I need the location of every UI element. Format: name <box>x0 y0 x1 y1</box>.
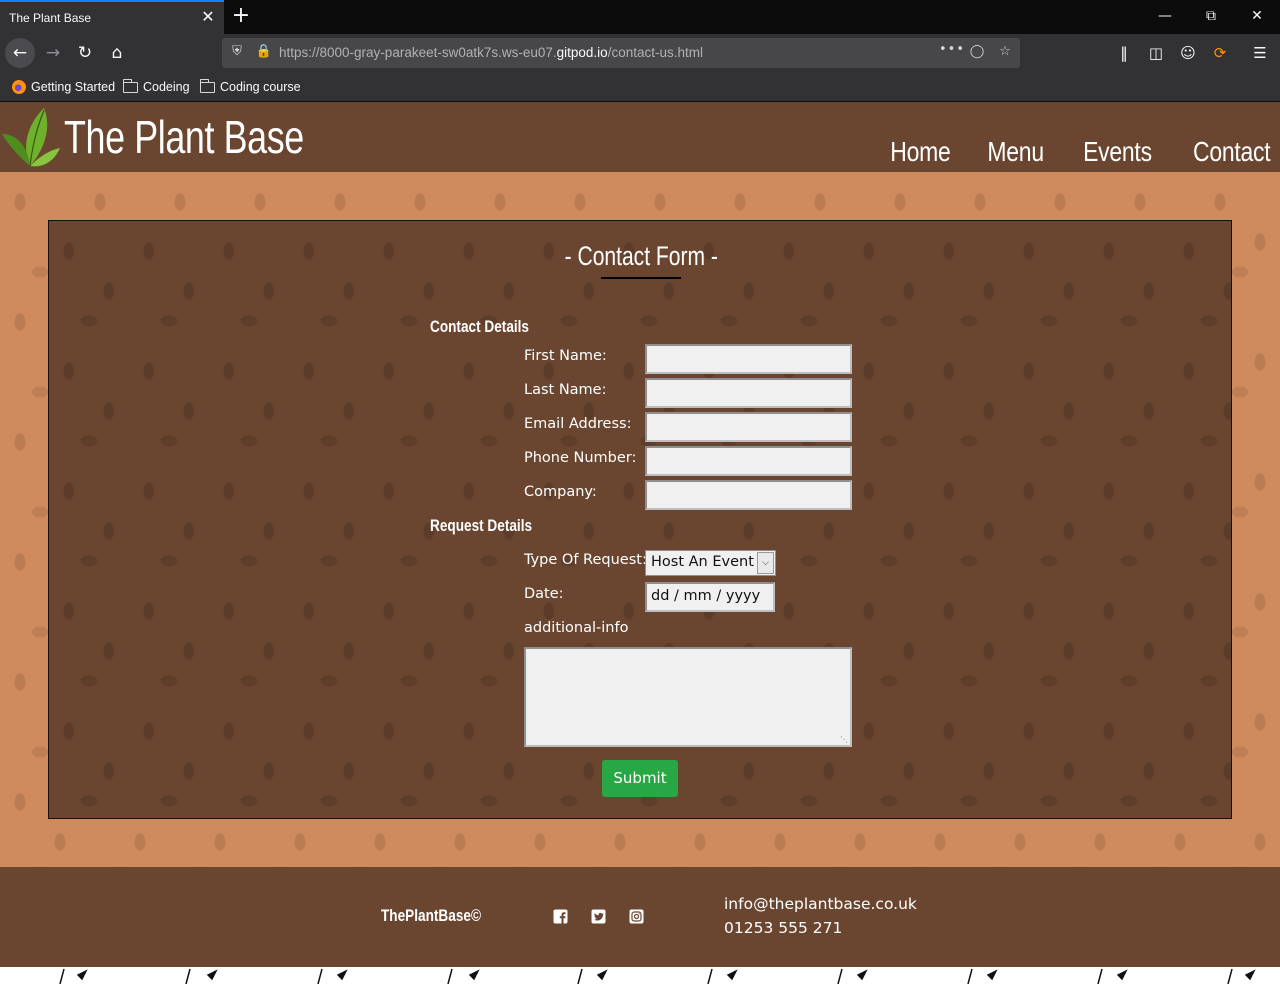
vine-pattern-icon <box>59 968 1256 984</box>
firefox-icon <box>12 80 26 94</box>
browser-tab[interactable]: The Plant Base ✕ <box>0 0 224 34</box>
additional-info-textarea[interactable]: ⋱ <box>524 647 852 747</box>
brand[interactable]: The Plant Base <box>0 102 372 172</box>
submit-button[interactable]: Submit <box>602 760 678 797</box>
title-underline <box>601 277 681 279</box>
web-page: The Plant Base Home Menu Events Contact … <box>0 102 1280 984</box>
form-title: - Contact Form - <box>564 241 718 271</box>
pocket-icon[interactable]: ◯ <box>968 44 986 59</box>
restore-icon[interactable]: ⧉ <box>1199 6 1223 26</box>
bookmarks-bar: Getting Started Codeing Coding course <box>0 72 1280 102</box>
library-icon[interactable]: ‖ <box>1114 43 1134 63</box>
email-input[interactable] <box>645 412 852 442</box>
request-type-select[interactable]: Host An Event ⌵ <box>645 550 776 576</box>
shield-icon[interactable]: ⛨ <box>228 44 246 59</box>
extension-icon[interactable]: ⟳ <box>1210 43 1230 63</box>
site-footer: ThePlantBase© info@theplantbase.co.uk 01… <box>0 867 1280 967</box>
minimize-icon[interactable]: — <box>1153 6 1177 26</box>
close-tab-icon[interactable]: ✕ <box>200 9 216 25</box>
resize-grip-icon[interactable]: ⋱ <box>840 735 848 744</box>
last-name-label: Last Name: <box>524 382 607 398</box>
contact-email[interactable]: info@theplantbase.co.uk <box>724 895 917 913</box>
decorative-vine-strip <box>0 967 1280 984</box>
contact-form-panel: - Contact Form - Contact Details First N… <box>48 220 1232 819</box>
page-actions-icon[interactable]: ••• <box>939 42 964 57</box>
chevron-down-icon: ⌵ <box>757 552 774 574</box>
lock-icon[interactable]: 🔒 <box>255 44 273 59</box>
instagram-icon[interactable] <box>629 909 644 924</box>
tab-title: The Plant Base <box>9 11 92 25</box>
address-bar[interactable]: ⛨ 🔒 https://8000-gray-parakeet-sw0atk7s.… <box>222 38 1020 68</box>
bookmark-codeing[interactable]: Codeing <box>122 78 190 95</box>
forward-icon[interactable]: → <box>38 38 68 68</box>
contact-details-heading: Contact Details <box>430 317 529 336</box>
new-tab-icon[interactable]: + <box>230 5 252 27</box>
menu-icon[interactable]: ☰ <box>1250 43 1270 63</box>
leaf-logo-icon <box>2 108 60 167</box>
site-header: The Plant Base Home Menu Events Contact <box>0 102 1280 172</box>
bookmark-coding-course[interactable]: Coding course <box>199 78 301 95</box>
additional-info-label: additional-info <box>524 620 629 636</box>
email-label: Email Address: <box>524 416 632 432</box>
twitter-icon[interactable] <box>591 909 606 924</box>
browser-toolbar: ← → ↻ ⌂ ⛨ 🔒 https://8000-gray-parakeet-s… <box>0 34 1280 72</box>
folder-icon <box>122 78 138 93</box>
brand-name: The Plant Base <box>64 111 304 163</box>
facebook-icon[interactable] <box>553 909 568 924</box>
nav-contact[interactable]: Contact <box>1193 136 1271 168</box>
nav-menu[interactable]: Menu <box>987 136 1044 168</box>
close-window-icon[interactable]: ✕ <box>1245 6 1269 26</box>
nav-events[interactable]: Events <box>1083 136 1152 168</box>
company-input[interactable] <box>645 480 852 510</box>
phone-label: Phone Number: <box>524 450 637 466</box>
reload-icon[interactable]: ↻ <box>70 38 100 68</box>
url-text[interactable]: https://8000-gray-parakeet-sw0atk7s.ws-e… <box>279 45 703 60</box>
first-name-label: First Name: <box>524 348 607 364</box>
date-input[interactable]: dd / mm / yyyy <box>645 582 775 612</box>
folder-icon <box>199 78 215 93</box>
bookmark-getting-started[interactable]: Getting Started <box>12 79 115 95</box>
copyright: ThePlantBase© <box>381 906 481 925</box>
first-name-input[interactable] <box>645 344 852 374</box>
main-nav: Home Menu Events Contact <box>853 136 1271 168</box>
company-label: Company: <box>524 484 597 500</box>
last-name-input[interactable] <box>645 378 852 408</box>
sidebar-icon[interactable]: ◫ <box>1146 43 1166 63</box>
back-icon[interactable]: ← <box>5 38 35 68</box>
browser-tab-strip: The Plant Base ✕ + — ⧉ ✕ <box>0 0 1280 34</box>
nav-home[interactable]: Home <box>891 136 952 168</box>
bookmark-star-icon[interactable]: ☆ <box>996 44 1014 59</box>
account-icon[interactable]: ☺ <box>1178 43 1198 63</box>
home-icon[interactable]: ⌂ <box>102 38 132 68</box>
date-label: Date: <box>524 586 564 602</box>
phone-input[interactable] <box>645 446 852 476</box>
contact-phone: 01253 555 271 <box>724 919 843 937</box>
request-details-heading: Request Details <box>430 516 533 535</box>
request-type-label: Type Of Request: <box>524 552 647 568</box>
